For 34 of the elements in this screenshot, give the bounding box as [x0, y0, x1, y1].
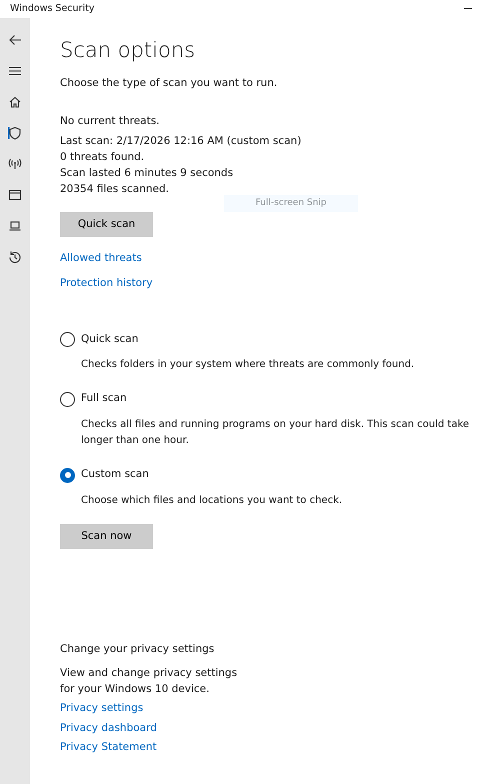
- antenna-icon[interactable]: [8, 156, 22, 170]
- minimize-icon[interactable]: [464, 8, 472, 10]
- option-description: Checks all files and running programs on your hard disk. This scan could take longer than one hour.: [81, 418, 470, 448]
- option-description: Checks folders in your system where threats are commonly found.: [81, 358, 416, 372]
- status-text: Last scan: 2/17/2026 12:16 AM (custom scan): [60, 134, 302, 150]
- status-text: Scan lasted 6 minutes 9 seconds: [60, 166, 234, 182]
- radio-button[interactable]: [60, 332, 75, 348]
- status-text: No current threats.: [60, 114, 161, 130]
- link[interactable]: Protection history: [60, 276, 153, 292]
- link[interactable]: Privacy Statement: [60, 740, 157, 756]
- browser-icon[interactable]: [8, 188, 22, 202]
- radio-button[interactable]: [60, 468, 75, 483]
- page-subtitle: Choose the type of scan you want to run.: [60, 76, 278, 92]
- link[interactable]: Privacy dashboard: [60, 720, 157, 736]
- radio-label: Custom scan: [81, 467, 149, 482]
- status-text: 0 threats found.: [60, 150, 146, 166]
- home-icon[interactable]: [8, 94, 22, 108]
- scan-now-button[interactable]: Scan now: [60, 524, 153, 549]
- page-title: Scan options: [60, 38, 196, 64]
- link[interactable]: Allowed threats: [60, 251, 142, 267]
- window-title: Windows Security: [10, 2, 94, 16]
- option-description: Choose which files and locations you want to check.: [81, 494, 344, 508]
- radio-label: Full scan: [81, 391, 127, 406]
- radio-button[interactable]: [60, 392, 75, 407]
- history-icon[interactable]: [8, 250, 22, 264]
- link[interactable]: Privacy settings: [60, 700, 144, 717]
- status-text: 20354 files scanned.: [60, 182, 170, 198]
- privacy-description: View and change privacy settings for your Windows 10 device.: [60, 666, 238, 697]
- quick-scan-button[interactable]: Quick scan: [60, 212, 153, 238]
- snip-tooltip: Full-screen Snip: [224, 195, 358, 212]
- section-heading: Change your privacy settings: [60, 642, 216, 657]
- radio-label: Quick scan: [81, 332, 138, 347]
- laptop-icon[interactable]: [8, 218, 22, 232]
- back-icon[interactable]: [8, 32, 22, 46]
